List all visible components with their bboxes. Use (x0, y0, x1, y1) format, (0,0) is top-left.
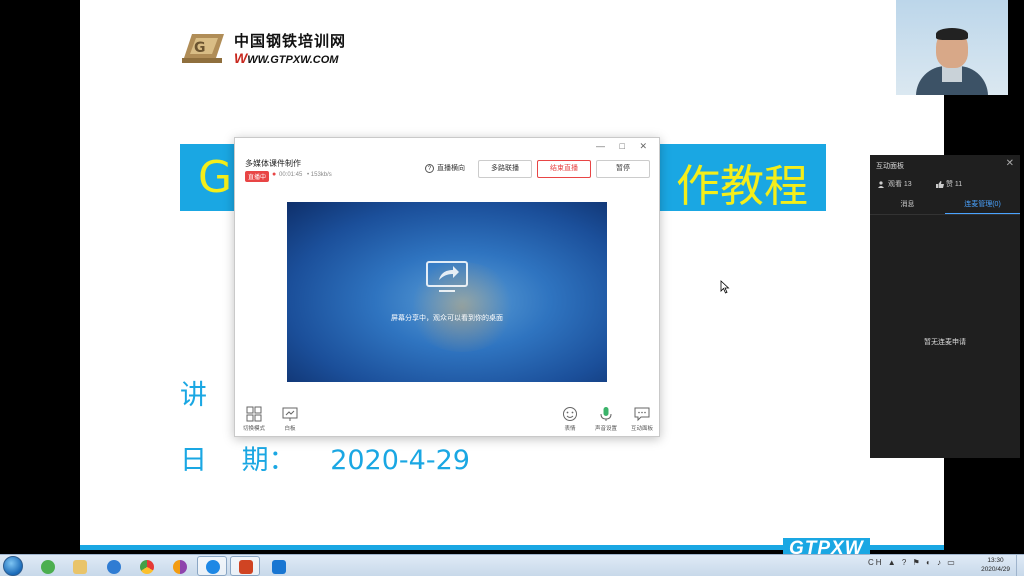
taskbar-app-media[interactable] (263, 556, 293, 576)
clock-time: 13:30 (987, 557, 1004, 564)
tab-messages[interactable]: 消息 (870, 199, 945, 209)
people-icon (878, 181, 884, 188)
slide-title-left: G (198, 152, 233, 203)
webcam-preview[interactable] (896, 0, 1008, 95)
taskbar-app-powerpoint[interactable] (230, 556, 260, 576)
date-value: 2020-4-29 (330, 445, 470, 476)
microphone-icon (600, 407, 612, 421)
interaction-panel-button[interactable]: 互动面板 (625, 406, 659, 432)
taskbar-app-thunderbird[interactable] (32, 556, 62, 576)
grid-icon (246, 406, 262, 422)
gtpxw-logo-icon: G (182, 34, 224, 63)
panel-title: 互动面板 (876, 163, 904, 170)
switch-mode-label: 切换模式 (242, 426, 265, 432)
file-explorer-icon (73, 560, 87, 574)
system-tray[interactable]: CH ▲ ? ⚑ ◐ ♪ ▭ (868, 558, 957, 567)
whiteboard-button[interactable]: 白板 (273, 406, 307, 432)
taskbar-app-firefox[interactable] (164, 556, 194, 576)
viewer-count-text: 观看 13 (887, 181, 912, 188)
voice-settings-button[interactable]: 声音设置 (589, 406, 623, 432)
screen-share-preview: 屏幕分享中，观众可以看到你的桌面 (287, 202, 607, 382)
window-controls[interactable]: — □ ✕ (596, 141, 653, 152)
taskbar-app-ie[interactable] (98, 556, 128, 576)
live-stream-window[interactable]: — □ ✕ 多媒体课件制作 直播中 ● 00:01:45 • 153kb/s ?… (234, 137, 660, 437)
like-count: 赞 11 (936, 179, 962, 189)
empty-mic-requests: 暂无连麦申请 (924, 339, 966, 346)
active-tab-indicator (945, 213, 1020, 214)
panel-close-icon[interactable]: ✕ (1006, 158, 1014, 169)
logo-url-w: W (234, 50, 248, 66)
media-app-icon (272, 560, 286, 574)
live-direction-button[interactable]: ? 直播横向 (425, 163, 465, 173)
powerpoint-icon (239, 560, 253, 574)
recording-dot-icon: ● (272, 171, 277, 178)
clock-date: 2020/4/29 (981, 566, 1010, 573)
elapsed-time: 00:01:45 (279, 172, 303, 178)
whiteboard-icon (282, 407, 298, 421)
emoji-button[interactable]: 表情 (553, 406, 587, 432)
chrome-icon (140, 560, 154, 574)
start-button[interactable] (3, 556, 23, 576)
slide-title-right: 作教程 (676, 161, 808, 212)
taskbar-app-live[interactable] (197, 556, 227, 576)
smiley-icon (563, 407, 577, 421)
help-icon: ? (425, 163, 434, 173)
date-line: 日 期： 2020-4-29 (180, 438, 470, 477)
screen-share-icon (426, 261, 468, 292)
site-logo: G 中国钢铁培训网 WWW.GTPXW.COM (180, 28, 370, 68)
presenter-hair (936, 28, 968, 40)
thunderbird-icon (41, 560, 55, 574)
viewer-count: 观看 13 (878, 179, 912, 189)
logo-url: WWW.GTPXW.COM (234, 50, 338, 66)
chat-icon (634, 407, 650, 422)
multi-stream-button[interactable]: 多路联播 (478, 160, 532, 178)
logo-title: 中国钢铁培训网 (234, 32, 347, 50)
screen-share-text: 屏幕分享中，观众可以看到你的桌面 (391, 315, 503, 322)
firefox-icon (173, 560, 187, 574)
bitrate: • 153kb/s (307, 172, 332, 178)
logo-url-rest: WW.GTPXW.COM (247, 54, 339, 66)
live-app-icon (206, 560, 220, 574)
show-desktop-button[interactable] (1016, 555, 1024, 576)
presenter-collar (942, 66, 962, 82)
thumbs-up-icon (936, 180, 944, 188)
taskbar: CH ▲ ? ⚑ ◐ ♪ ▭ 13:30 2020/4/29 (0, 554, 1024, 576)
switch-mode-button[interactable]: 切换模式 (237, 406, 271, 432)
live-direction-label: 直播横向 (437, 165, 465, 172)
like-count-text: 赞 11 (945, 181, 963, 188)
taskbar-app-chrome[interactable] (131, 556, 161, 576)
interaction-panel-label: 互动面板 (630, 426, 653, 432)
pause-button[interactable]: 暂停 (596, 160, 650, 178)
emoji-label: 表情 (564, 426, 576, 432)
whiteboard-label: 白板 (284, 426, 296, 432)
course-title: 多媒体课件制作 (245, 159, 301, 168)
voice-settings-label: 声音设置 (594, 426, 617, 432)
tab-divider (870, 214, 1020, 215)
interaction-panel: 互动面板 ✕ 观看 13 赞 11 消息 连麦管理(0) 暂无连麦申请 (870, 155, 1020, 458)
mouse-cursor-icon (720, 280, 730, 294)
tab-mic-management[interactable]: 连麦管理(0) (945, 199, 1020, 209)
live-status-badge: 直播中 (245, 171, 270, 182)
svg-text:G: G (194, 40, 206, 56)
lecturer-label: 讲 (180, 380, 207, 411)
end-live-button[interactable]: 结束直播 (537, 160, 591, 178)
taskbar-app-explorer[interactable] (64, 556, 94, 576)
clock[interactable]: 13:30 2020/4/29 (981, 556, 1010, 574)
date-label: 日 期： (180, 445, 296, 476)
internet-explorer-icon (107, 560, 121, 574)
